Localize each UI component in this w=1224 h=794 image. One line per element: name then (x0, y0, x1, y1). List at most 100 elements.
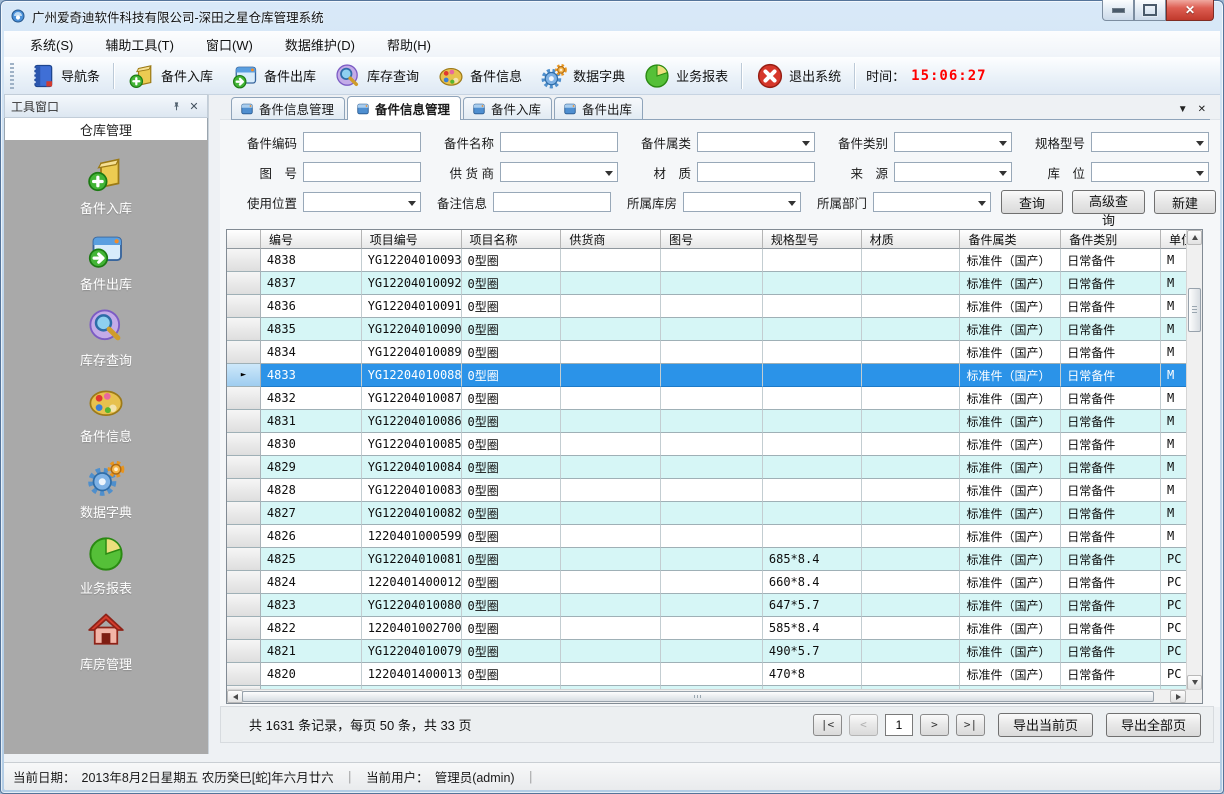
table-row[interactable]: 4838YG122040100930型圈标准件（国产）日常备件M (227, 249, 1187, 272)
tab-close-icon[interactable]: ✕ (1198, 104, 1206, 115)
toolbar-button-query[interactable]: 库存查询 (325, 60, 428, 92)
horizontal-scrollbar[interactable] (227, 689, 1202, 703)
field-dropdown[interactable] (303, 192, 421, 212)
row-selector[interactable] (227, 387, 261, 410)
row-selector[interactable] (227, 295, 261, 318)
sidebar-item-dict[interactable]: 数据字典 (80, 458, 132, 521)
maximize-button[interactable] (1134, 0, 1166, 21)
toolbar-button-partinfo[interactable]: 备件信息 (428, 60, 531, 92)
sidebar-item-outbound[interactable]: 备件出库 (80, 230, 132, 293)
table-row[interactable]: 4825YG122040100810型圈685*8.4标准件（国产）日常备件PC (227, 548, 1187, 571)
panel-close-icon[interactable]: ✕ (187, 99, 201, 113)
row-selector[interactable] (227, 249, 261, 272)
close-button[interactable]: ✕ (1166, 0, 1214, 21)
column-header[interactable]: 供货商 (561, 230, 661, 249)
field-dropdown[interactable] (697, 132, 815, 152)
new-button[interactable]: 新建 (1154, 190, 1216, 214)
sidebar-item-inbound[interactable]: 备件入库 (80, 154, 132, 217)
vertical-scrollbar[interactable] (1186, 230, 1202, 690)
table-row[interactable]: 4837YG122040100920型圈标准件（国产）日常备件M (227, 272, 1187, 295)
field-dropdown[interactable] (873, 192, 991, 212)
table-row[interactable]: 482412204014000120型圈660*8.4标准件（国产）日常备件PC (227, 571, 1187, 594)
table-row[interactable]: 4828YG122040100830型圈标准件（国产）日常备件M (227, 479, 1187, 502)
field-dropdown[interactable] (1091, 162, 1209, 182)
column-header[interactable]: 编号 (261, 230, 362, 249)
export-current-page-button[interactable]: 导出当前页 (998, 713, 1093, 737)
menu-item-data[interactable]: 数据维护(D) (269, 31, 371, 58)
field-dropdown[interactable] (500, 162, 618, 182)
field-dropdown[interactable] (894, 132, 1012, 152)
table-row[interactable]: 4835YG122040100900型圈标准件（国产）日常备件M (227, 318, 1187, 341)
scroll-right-button[interactable] (1170, 690, 1186, 703)
prev-page-button[interactable]: < (849, 714, 878, 736)
horizontal-scroll-thumb[interactable] (242, 691, 1154, 702)
last-page-button[interactable]: >| (956, 714, 985, 736)
scroll-left-button[interactable] (227, 690, 243, 703)
table-row[interactable]: 482012204014000130型圈470*8标准件（国产）日常备件PC (227, 663, 1187, 686)
first-page-button[interactable]: |< (813, 714, 842, 736)
row-selector[interactable] (227, 272, 261, 295)
table-row[interactable]: 482612204010005990型圈标准件（国产）日常备件M (227, 525, 1187, 548)
field-dropdown[interactable] (1091, 132, 1209, 152)
row-selector[interactable] (227, 456, 261, 479)
table-row[interactable]: 4831YG122040100860型圈标准件（国产）日常备件M (227, 410, 1187, 433)
field-input[interactable] (500, 132, 618, 152)
sidebar-item-query[interactable]: 库存查询 (80, 306, 132, 369)
table-row[interactable]: 4834YG122040100890型圈标准件（国产）日常备件M (227, 341, 1187, 364)
column-header[interactable]: 材质 (862, 230, 961, 249)
column-header[interactable]: 项目编号 (362, 230, 462, 249)
table-row[interactable]: 482212204010027000型圈585*8.4标准件（国产）日常备件PC (227, 617, 1187, 640)
row-selector[interactable] (227, 479, 261, 502)
sidebar-item-house[interactable]: 库房管理 (80, 610, 132, 673)
tab-1[interactable]: 备件信息管理 (347, 96, 461, 120)
tab-0[interactable]: 备件信息管理 (231, 97, 345, 119)
scroll-up-button[interactable] (1187, 230, 1202, 245)
toolbar-button-report[interactable]: 业务报表 (634, 60, 737, 92)
tab-3[interactable]: 备件出库 (554, 97, 643, 119)
table-row[interactable]: ►4833YG122040100880型圈标准件（国产）日常备件M (227, 364, 1187, 387)
menu-item-help[interactable]: 帮助(H) (371, 31, 447, 58)
vertical-scroll-thumb[interactable] (1188, 288, 1201, 332)
row-selector[interactable] (227, 502, 261, 525)
toolbar-button-inbound[interactable]: 备件入库 (119, 60, 222, 92)
row-selector[interactable] (227, 548, 261, 571)
export-all-pages-button[interactable]: 导出全部页 (1106, 713, 1201, 737)
row-selector[interactable] (227, 571, 261, 594)
page-number-input[interactable] (885, 714, 913, 736)
menu-item-tools[interactable]: 辅助工具(T) (89, 31, 190, 58)
column-header[interactable]: 备件类别 (1061, 230, 1161, 249)
advanced-search-button[interactable]: 高级查询 (1072, 190, 1145, 214)
minimize-button[interactable] (1102, 0, 1134, 21)
field-input[interactable] (493, 192, 611, 212)
menu-item-window[interactable]: 窗口(W) (190, 31, 269, 58)
next-page-button[interactable]: > (920, 714, 949, 736)
field-input[interactable] (697, 162, 815, 182)
field-dropdown[interactable] (894, 162, 1012, 182)
field-input[interactable] (303, 162, 421, 182)
column-header[interactable]: 项目名称 (462, 230, 562, 249)
row-selector[interactable] (227, 410, 261, 433)
row-selector[interactable] (227, 617, 261, 640)
toolbar-button-navbar[interactable]: 导航条 (19, 60, 109, 92)
table-row[interactable]: 4829YG122040100840型圈标准件（国产）日常备件M (227, 456, 1187, 479)
tab-2[interactable]: 备件入库 (463, 97, 552, 119)
search-button[interactable]: 查询 (1001, 190, 1063, 214)
scroll-down-button[interactable] (1187, 675, 1202, 690)
table-row[interactable]: 4836YG122040100910型圈标准件（国产）日常备件M (227, 295, 1187, 318)
row-selector[interactable] (227, 341, 261, 364)
column-header[interactable]: 单位 (1161, 230, 1187, 249)
field-input[interactable] (303, 132, 421, 152)
row-selector[interactable] (227, 594, 261, 617)
table-row[interactable]: 4821YG122040100790型圈490*5.7标准件（国产）日常备件PC (227, 640, 1187, 663)
column-header[interactable]: 图号 (661, 230, 763, 249)
toolbar-grip-handle[interactable] (10, 63, 14, 89)
toolbar-button-exit[interactable]: 退出系统 (747, 60, 850, 92)
table-row[interactable]: 4832YG122040100870型圈标准件（国产）日常备件M (227, 387, 1187, 410)
field-dropdown[interactable] (683, 192, 801, 212)
toolbar-button-outbound[interactable]: 备件出库 (222, 60, 325, 92)
column-header[interactable]: 备件属类 (960, 230, 1061, 249)
pin-icon[interactable] (169, 99, 183, 113)
row-selector[interactable] (227, 433, 261, 456)
column-header[interactable]: 规格型号 (763, 230, 862, 249)
table-row[interactable]: 4823YG122040100800型圈647*5.7标准件（国产）日常备件PC (227, 594, 1187, 617)
